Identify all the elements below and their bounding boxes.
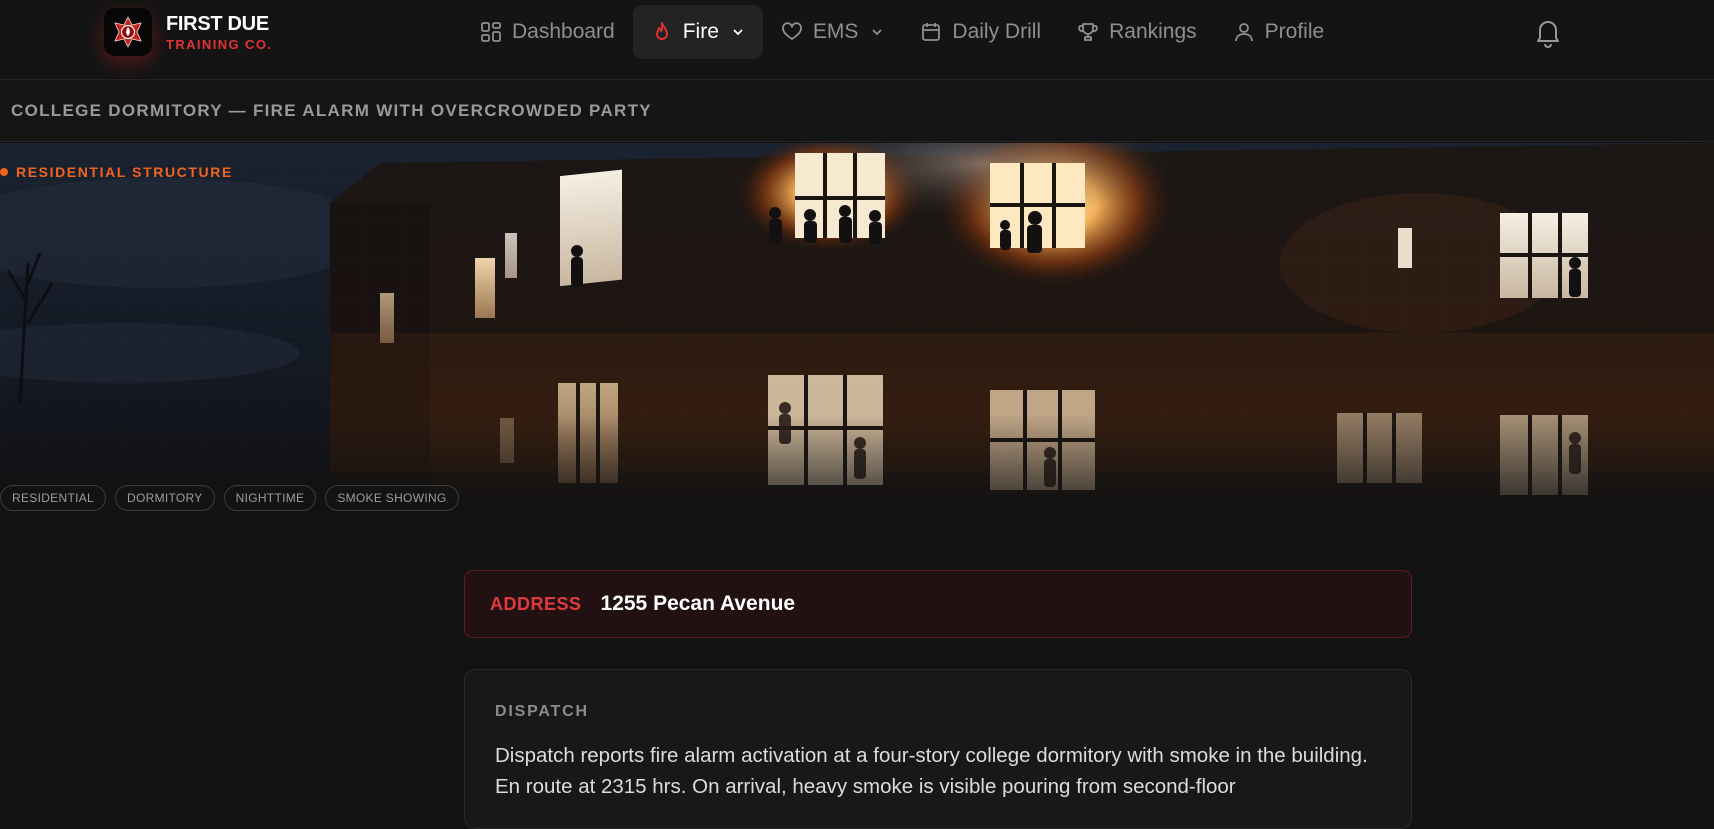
- fire-department-logo-icon: [104, 8, 152, 56]
- dispatch-card: DISPATCH Dispatch reports fire alarm act…: [464, 669, 1412, 829]
- nav-fire[interactable]: Fire: [632, 5, 763, 59]
- nav-rankings-label: Rankings: [1109, 20, 1197, 43]
- user-icon: [1234, 23, 1253, 42]
- brand-name: FIRST DUE: [166, 12, 269, 35]
- scenario-category: RESIDENTIAL STRUCTURE: [0, 164, 233, 180]
- nav-rankings[interactable]: Rankings: [1059, 5, 1215, 59]
- brand-subtitle: TRAINING CO.: [166, 36, 273, 52]
- nav-profile[interactable]: Profile: [1215, 5, 1343, 59]
- calendar-icon: [922, 23, 941, 41]
- tag: SMOKE SHOWING: [325, 485, 459, 511]
- notifications-button[interactable]: [1533, 16, 1563, 48]
- heart-icon: [782, 22, 802, 40]
- top-navbar: FIRST DUE TRAINING CO. Dashboard Fire EM…: [0, 0, 1714, 80]
- nav-profile-label: Profile: [1264, 20, 1325, 43]
- main-nav: Dashboard Fire EMS Daily Drill Rankings …: [462, 5, 1342, 59]
- nav-ems[interactable]: EMS: [763, 5, 903, 59]
- nav-daily-drill-label: Daily Drill: [952, 20, 1042, 43]
- scenario-title: COLLEGE DORMITORY — FIRE ALARM WITH OVER…: [11, 101, 652, 120]
- address-value: 1255 Pecan Avenue: [600, 592, 796, 615]
- scenario-tags: RESIDENTIAL DORMITORY NIGHTTIME SMOKE SH…: [0, 485, 459, 511]
- brand[interactable]: FIRST DUE TRAINING CO.: [104, 8, 272, 56]
- tag: DORMITORY: [115, 485, 215, 511]
- scenario-hero-image: RESIDENTIAL STRUCTURE RESIDENTIAL DORMIT…: [0, 143, 1714, 530]
- burning-dormitory-illustration: [0, 143, 1714, 530]
- nav-fire-label: Fire: [682, 20, 719, 43]
- address-card: ADDRESS 1255 Pecan Avenue: [464, 570, 1412, 638]
- chevron-down-icon: [733, 29, 743, 36]
- nav-daily-drill[interactable]: Daily Drill: [902, 5, 1059, 59]
- bell-icon: [1537, 21, 1559, 48]
- tag: NIGHTTIME: [223, 485, 317, 511]
- nav-dashboard[interactable]: Dashboard: [462, 5, 633, 59]
- chevron-down-icon: [872, 29, 883, 36]
- tag: RESIDENTIAL: [0, 485, 106, 511]
- scenario-title-bar: COLLEGE DORMITORY — FIRE ALARM WITH OVER…: [0, 81, 1714, 142]
- dispatch-label: DISPATCH: [495, 703, 589, 720]
- trophy-icon: [1078, 23, 1098, 41]
- category-dot-icon: [0, 168, 8, 176]
- address-label: ADDRESS: [490, 593, 582, 614]
- flame-icon: [655, 22, 668, 40]
- nav-ems-label: EMS: [812, 20, 859, 43]
- scenario-category-label: RESIDENTIAL STRUCTURE: [16, 164, 233, 180]
- grid-icon: [481, 22, 501, 42]
- nav-dashboard-label: Dashboard: [512, 20, 615, 43]
